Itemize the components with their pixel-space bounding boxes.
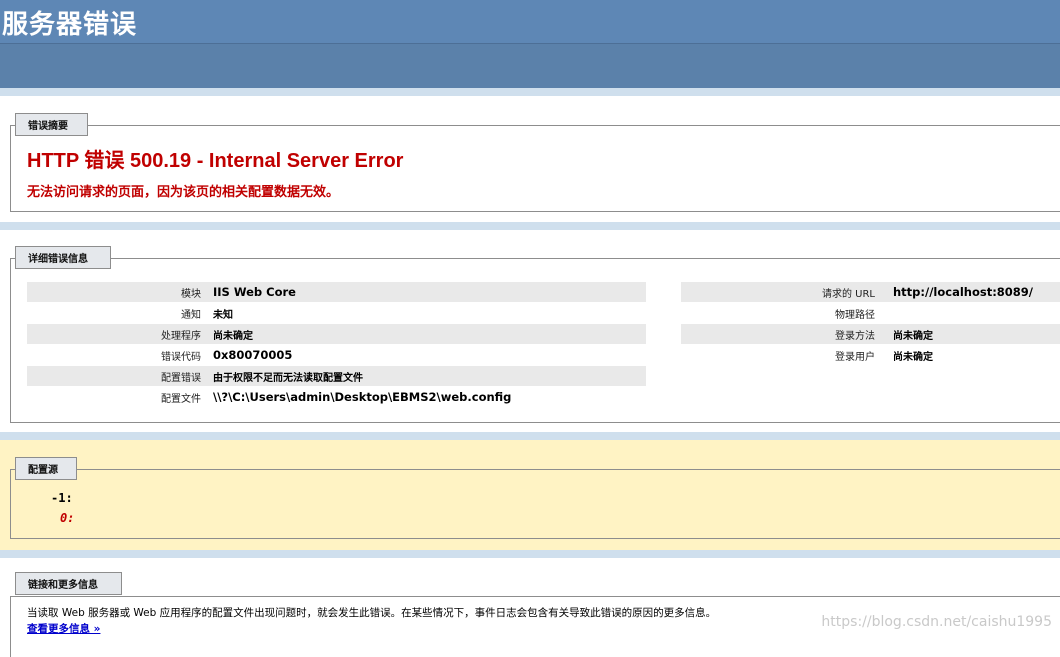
- summary-legend: 错误摘要: [15, 113, 88, 136]
- view-more-info-link[interactable]: 查看更多信息 »: [27, 621, 100, 636]
- config-source-line: 0:: [60, 511, 75, 525]
- detail-row-logon-user: 登录用户 尚未确定: [681, 345, 1060, 365]
- page-title: 服务器错误: [2, 10, 138, 40]
- detail-label: 物理路径: [835, 309, 875, 321]
- detail-value: 0x80070005: [213, 348, 293, 362]
- detail-label: 处理程序: [161, 330, 201, 342]
- config-source-legend: 配置源: [15, 457, 77, 480]
- detail-value: \\?\C:\Users\admin\Desktop\EBMS2\web.con…: [213, 390, 512, 404]
- detail-row-handler: 处理程序 尚未确定: [27, 324, 646, 344]
- section-divider: [0, 550, 1060, 558]
- detail-value: 未知: [213, 309, 233, 321]
- detail-label: 错误代码: [161, 351, 201, 363]
- watermark: https://blog.csdn.net/caishu1995: [821, 614, 1052, 630]
- detail-label: 通知: [181, 309, 201, 321]
- detail-value: http://localhost:8089/: [893, 285, 1034, 299]
- links-legend: 链接和更多信息: [15, 572, 122, 595]
- header-band: [0, 44, 1060, 88]
- detail-label: 模块: [181, 288, 201, 300]
- detail-row-logon-method: 登录方法 尚未确定: [681, 324, 1060, 344]
- detail-label: 登录方法: [835, 330, 875, 342]
- detail-label: 配置文件: [161, 393, 201, 405]
- detail-value: IIS Web Core: [213, 285, 296, 299]
- detail-row-request-url: 请求的 URL http://localhost:8089/: [681, 282, 1060, 302]
- detail-label: 配置错误: [161, 372, 201, 384]
- section-divider: [0, 432, 1060, 440]
- detail-label: 请求的 URL: [821, 288, 875, 300]
- config-source-line: -1:: [51, 491, 73, 505]
- detail-value: 由于权限不足而无法读取配置文件: [213, 372, 363, 384]
- section-divider: [0, 222, 1060, 230]
- config-source-frame: [10, 469, 1060, 539]
- detail-row-notification: 通知 未知: [27, 303, 646, 323]
- detail-value: 尚未确定: [213, 330, 253, 342]
- page-header: 服务器错误: [0, 0, 1060, 90]
- detail-value: 尚未确定: [893, 330, 933, 342]
- detail-row-error-code: 错误代码 0x80070005: [27, 345, 646, 365]
- detail-label: 登录用户: [835, 351, 875, 363]
- links-description: 当读取 Web 服务器或 Web 应用程序的配置文件出现问题时，就会发生此错误。…: [27, 607, 717, 619]
- detail-row-module: 模块 IIS Web Core: [27, 282, 646, 302]
- header-divider: [0, 88, 1060, 96]
- details-legend: 详细错误信息: [15, 246, 111, 269]
- error-title: HTTP 错误 500.19 - Internal Server Error: [27, 150, 404, 172]
- detail-row-physical-path: 物理路径: [681, 303, 1060, 323]
- error-subtitle: 无法访问请求的页面，因为该页的相关配置数据无效。: [27, 185, 340, 200]
- header-title-bar: 服务器错误: [0, 0, 1060, 44]
- detail-row-config-file: 配置文件 \\?\C:\Users\admin\Desktop\EBMS2\we…: [27, 387, 646, 407]
- detail-value: 尚未确定: [893, 351, 933, 363]
- detail-row-config-error: 配置错误 由于权限不足而无法读取配置文件: [27, 366, 646, 386]
